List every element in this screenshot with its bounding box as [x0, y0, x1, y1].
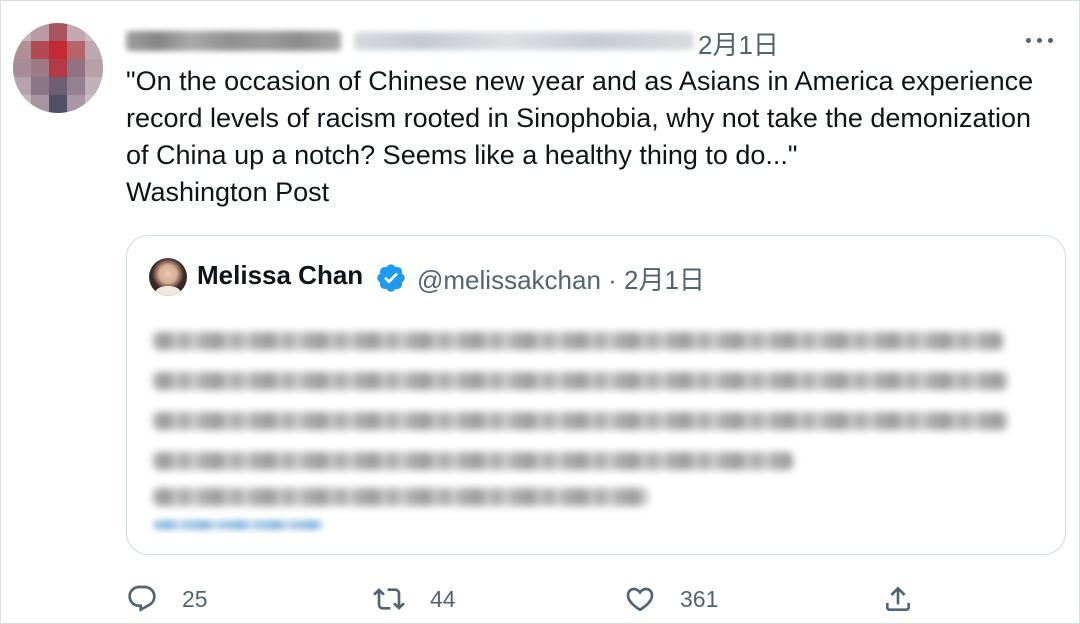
author-handle-redacted[interactable]: [354, 32, 694, 50]
quoted-author-avatar[interactable]: [149, 258, 187, 296]
retweet-button[interactable]: 44: [372, 579, 482, 619]
reply-icon: [128, 585, 156, 612]
author-name-redacted[interactable]: [126, 31, 341, 51]
tweet-text-line: of China up a notch? Seems like a health…: [126, 140, 798, 170]
quoted-link-redacted[interactable]: [153, 520, 323, 530]
tweet-time[interactable]: 2月1日: [698, 25, 779, 62]
quoted-text-redacted: [153, 412, 1008, 430]
tweet-text: "On the occasion of Chinese new year and…: [126, 63, 1071, 211]
reply-button[interactable]: 25: [126, 579, 236, 619]
reply-count: 25: [182, 586, 208, 612]
retweet-icon: [373, 588, 405, 610]
quoted-author-handle-time[interactable]: @melissakchan · 2月1日: [417, 260, 705, 297]
tweet-header: 2月1日: [126, 23, 1066, 62]
quoted-tweet[interactable]: Melissa Chan @melissakchan · 2月1日: [126, 235, 1066, 555]
share-icon: [886, 586, 910, 611]
like-count: 361: [680, 586, 719, 612]
tweet-actions: 25 44 361: [126, 579, 926, 619]
tweet-text-line: record levels of racism rooted in Sinoph…: [126, 103, 1032, 133]
quoted-text-redacted: [153, 452, 793, 470]
tweet-text-line: "On the occasion of Chinese new year and…: [126, 66, 1034, 96]
verified-badge-icon: [377, 264, 405, 292]
quoted-text-redacted: [153, 332, 1003, 350]
author-avatar[interactable]: [13, 23, 103, 113]
like-button[interactable]: 361: [624, 579, 744, 619]
quoted-text-redacted: [153, 488, 648, 506]
share-button[interactable]: [882, 579, 922, 619]
quoted-text-redacted: [153, 372, 1008, 390]
heart-icon: [626, 587, 654, 612]
tweet-card[interactable]: 2月1日 "On the occasion of Chinese new yea…: [0, 0, 1080, 624]
tweet-text-line: Washington Post: [126, 177, 330, 207]
quoted-author-name[interactable]: Melissa Chan: [197, 260, 363, 291]
more-dots-icon[interactable]: [1022, 29, 1058, 51]
retweet-count: 44: [430, 586, 456, 612]
